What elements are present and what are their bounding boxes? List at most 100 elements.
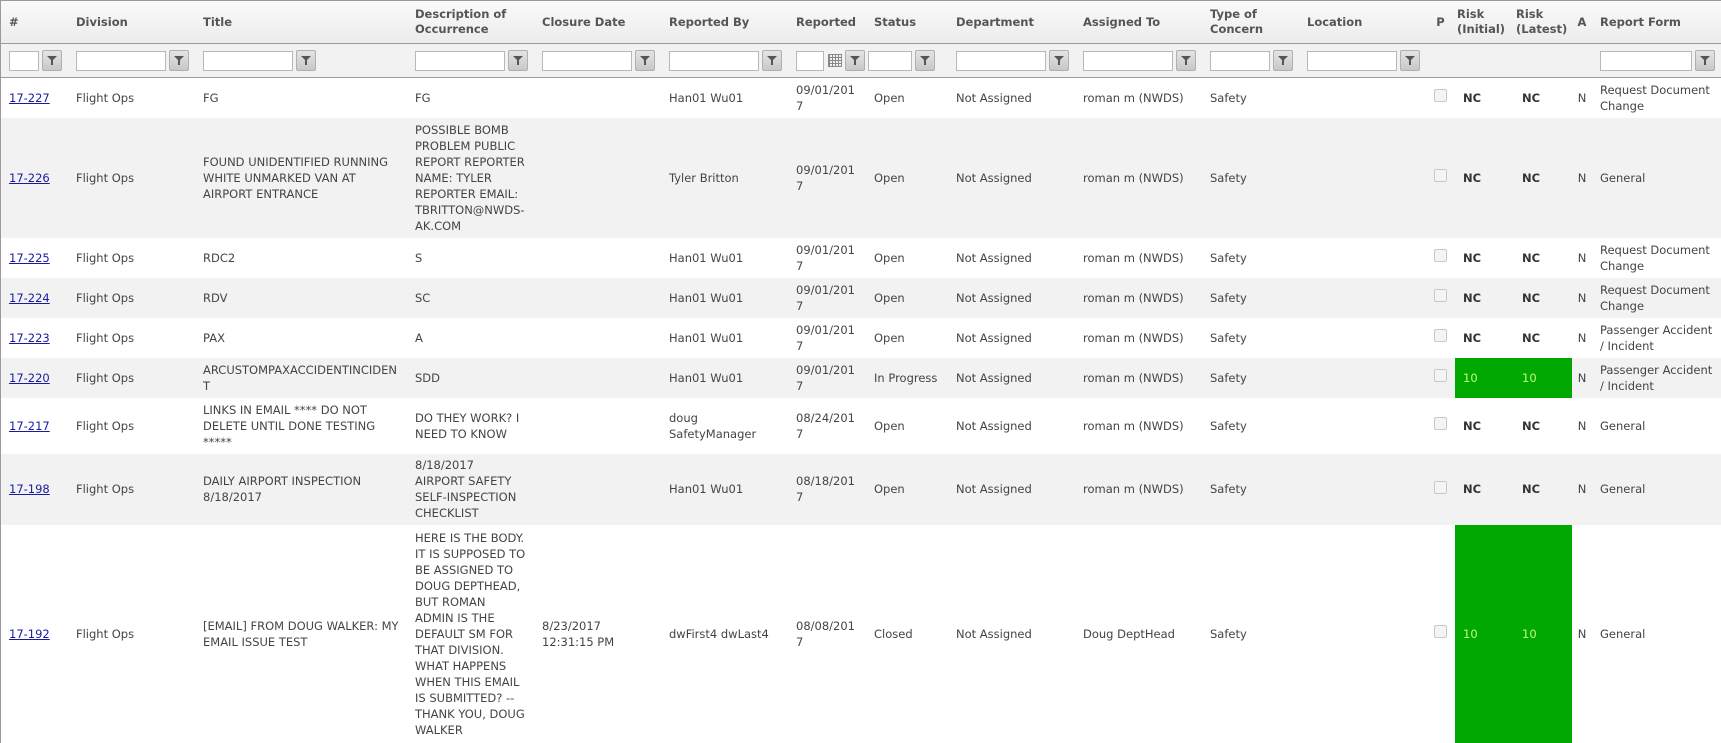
report-id-link[interactable]: 17-224 [9,291,50,305]
funnel-icon[interactable] [296,50,316,71]
funnel-icon[interactable] [1695,50,1715,71]
column-header-division[interactable]: Division [68,1,195,44]
p-checkbox[interactable] [1434,89,1447,103]
funnel-icon[interactable] [635,50,655,71]
cell-description: S [407,237,534,278]
report-id-link[interactable]: 17-198 [9,482,50,496]
filter-input-location[interactable] [1307,50,1397,71]
column-header-p[interactable]: P [1426,1,1455,44]
table-row[interactable]: 17-226 Flight Ops FOUND UNIDENTIFIED RUN… [1,117,1721,238]
funnel-icon[interactable] [1176,50,1196,71]
cell-risk-initial: 10 [1455,357,1514,398]
cell-location [1299,357,1426,398]
p-checkbox[interactable] [1434,625,1447,638]
cell-type-of-concern: Safety [1202,524,1299,743]
column-header-report-form[interactable]: Report Form [1592,1,1721,44]
filter-input-title[interactable] [203,50,293,71]
report-id-link[interactable]: 17-220 [9,371,50,385]
funnel-icon[interactable] [169,50,189,71]
column-header-title[interactable]: Title [195,1,407,44]
table-row[interactable]: 17-220 Flight Ops ARCUSTOMPAXACCIDENTINC… [1,357,1721,398]
table-row[interactable]: 17-227 Flight Ops FG FG Han01 Wu01 09/01… [1,77,1721,118]
table-row[interactable]: 17-192 Flight Ops [EMAIL] FROM DOUG WALK… [1,524,1721,743]
filter-input-type-of-concern[interactable] [1210,50,1270,71]
cell-assigned-to: roman m (NWDS) [1075,453,1202,525]
filter-input-reported[interactable] [796,50,824,71]
filter-input-description[interactable] [415,50,505,71]
column-header-description[interactable]: Description of Occurrence [407,1,534,44]
cell-assigned-to: roman m (NWDS) [1075,277,1202,318]
report-id-link[interactable]: 17-226 [9,171,50,185]
column-header-reported[interactable]: Reported [788,1,866,44]
column-header-risk-latest[interactable]: Risk (Latest) [1514,1,1572,44]
report-id-link[interactable]: 17-217 [9,419,50,433]
cell-reported-by: Han01 Wu01 [661,357,788,398]
filter-input-report-form[interactable] [1600,50,1692,71]
column-header-status[interactable]: Status [866,1,948,44]
column-header-risk-initial[interactable]: Risk (Initial) [1455,1,1514,44]
filter-input-status[interactable] [868,50,912,71]
cell-risk-initial: NC [1455,77,1514,118]
cell-department: Not Assigned [948,117,1075,238]
cell-p [1426,117,1455,238]
report-id-link[interactable]: 17-225 [9,251,50,265]
cell-type-of-concern: Safety [1202,317,1299,358]
cell-title: FOUND UNIDENTIFIED RUNNING WHITE UNMARKE… [195,117,407,238]
funnel-icon[interactable] [1400,50,1420,71]
p-checkbox[interactable] [1434,417,1447,430]
column-header-reported-by[interactable]: Reported By [661,1,788,44]
report-id-link[interactable]: 17-223 [9,331,50,345]
cell-risk-initial: NC [1455,117,1514,238]
filter-input-assigned-to[interactable] [1083,50,1173,71]
p-checkbox[interactable] [1434,480,1447,494]
cell-location [1299,277,1426,318]
table-row[interactable]: 17-224 Flight Ops RDV SC Han01 Wu01 09/0… [1,277,1721,318]
table-row[interactable]: 17-223 Flight Ops PAX A Han01 Wu01 09/01… [1,317,1721,358]
funnel-icon[interactable] [1273,50,1293,71]
report-id-link[interactable]: 17-227 [9,91,50,105]
column-header-closure-date[interactable]: Closure Date [534,1,661,44]
calendar-icon[interactable] [828,54,842,67]
cell-division: Flight Ops [68,524,195,743]
cell-risk-latest: 10 [1514,524,1572,743]
cell-location [1299,317,1426,358]
cell-id: 17-198 [1,453,68,525]
filter-input-reported-by[interactable] [669,50,759,71]
report-id-link[interactable]: 17-192 [9,627,50,641]
cell-p [1426,524,1455,743]
filter-input-department[interactable] [956,50,1046,71]
cell-p [1426,237,1455,278]
filter-input-id[interactable] [9,50,39,71]
funnel-icon[interactable] [508,50,528,71]
table-row[interactable]: 17-198 Flight Ops DAILY AIRPORT INSPECTI… [1,453,1721,525]
table-row[interactable]: 17-225 Flight Ops RDC2 S Han01 Wu01 09/0… [1,237,1721,278]
column-header-id[interactable]: # [1,1,68,44]
funnel-icon[interactable] [42,50,62,71]
cell-department: Not Assigned [948,397,1075,454]
column-header-type-of-concern[interactable]: Type of Concern [1202,1,1299,44]
column-header-location[interactable]: Location [1299,1,1426,44]
cell-a: N [1572,524,1592,743]
p-checkbox[interactable] [1434,369,1447,382]
cell-type-of-concern: Safety [1202,237,1299,278]
filter-input-division[interactable] [76,50,166,71]
cell-department: Not Assigned [948,77,1075,118]
column-header-department[interactable]: Department [948,1,1075,44]
cell-status: Open [866,237,948,278]
p-checkbox[interactable] [1434,329,1447,342]
column-header-assigned-to[interactable]: Assigned To [1075,1,1202,44]
table-row[interactable]: 17-217 Flight Ops LINKS IN EMAIL **** DO… [1,397,1721,454]
cell-risk-latest: NC [1514,317,1572,358]
funnel-icon[interactable] [845,50,865,71]
table-body: 17-227 Flight Ops FG FG Han01 Wu01 09/01… [1,77,1721,743]
p-checkbox[interactable] [1434,289,1447,302]
cell-reported: 09/01/2017 [788,357,866,398]
filter-empty-risk-latest [1514,43,1572,78]
funnel-icon[interactable] [762,50,782,71]
filter-input-closure-date[interactable] [542,50,632,71]
p-checkbox[interactable] [1434,169,1447,182]
funnel-icon[interactable] [1049,50,1069,71]
p-checkbox[interactable] [1434,249,1447,262]
funnel-icon[interactable] [915,50,935,71]
column-header-a[interactable]: A [1572,1,1592,44]
